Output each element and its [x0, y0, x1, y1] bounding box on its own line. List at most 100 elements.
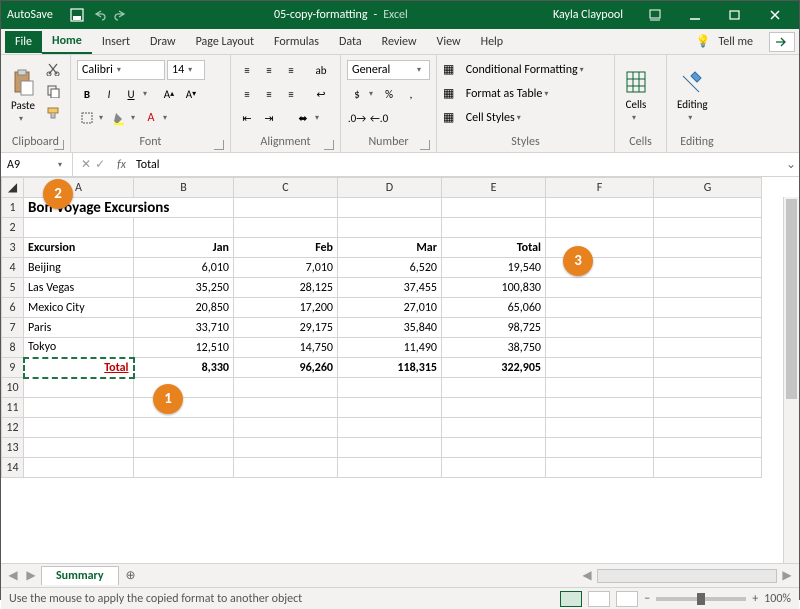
increase-indent-icon[interactable]: ⇥ — [259, 108, 279, 128]
tab-data[interactable]: Data — [329, 31, 372, 53]
formula-input[interactable]: Total — [130, 158, 783, 172]
wrap-text-icon[interactable]: ↩ — [311, 84, 331, 104]
tab-view[interactable]: View — [427, 31, 471, 53]
add-sheet-button[interactable]: ⊕ — [121, 566, 141, 586]
minimize-icon[interactable] — [677, 1, 713, 29]
normal-view-icon[interactable] — [560, 591, 582, 607]
share-button[interactable] — [769, 32, 795, 52]
bold-button[interactable]: B — [77, 84, 97, 104]
cancel-formula-icon[interactable]: ✕ — [81, 157, 91, 172]
row-header[interactable]: 1 — [2, 198, 24, 218]
titlebar: AutoSave 05-copy-formatting - Excel Kayl… — [1, 1, 799, 29]
menu-tabs: File Home Insert Draw Page Layout Formul… — [1, 29, 799, 55]
col-header[interactable]: E — [442, 178, 546, 198]
copy-icon[interactable] — [43, 81, 63, 101]
merge-icon[interactable]: ⬌ — [293, 108, 313, 128]
tab-file[interactable]: File — [5, 31, 42, 53]
zoom-in-button[interactable]: + — [752, 592, 758, 606]
page-layout-view-icon[interactable] — [588, 591, 610, 607]
align-left-icon[interactable]: ≡ — [237, 84, 257, 104]
col-header[interactable]: F — [546, 178, 654, 198]
ribbon: Paste ▾ Clipboard Calibri▾ 14▾ B I U▾ A▴ — [1, 55, 799, 153]
font-size-select[interactable]: 14▾ — [167, 60, 205, 80]
decrease-decimal-icon[interactable]: ←.0 — [369, 108, 389, 128]
format-painter-icon[interactable] — [43, 103, 63, 123]
callout-2: 2 — [43, 179, 73, 209]
col-header[interactable]: B — [134, 178, 234, 198]
increase-decimal-icon[interactable]: .0→ — [347, 108, 367, 128]
user-name: Kayla Claypool — [553, 8, 623, 22]
col-header[interactable]: D — [338, 178, 442, 198]
orientation-icon[interactable]: ab — [311, 60, 331, 80]
clipboard-launcher[interactable] — [54, 140, 64, 150]
tab-formulas[interactable]: Formulas — [264, 31, 329, 53]
sheet-tabs-bar: ◀ ▶ Summary ⊕ ◀▶ — [1, 563, 799, 587]
shrink-font-button[interactable]: A▾ — [181, 84, 201, 104]
comma-format-icon[interactable]: , — [401, 84, 421, 104]
italic-button[interactable]: I — [99, 84, 119, 104]
underline-button[interactable]: U — [121, 84, 141, 104]
redo-icon[interactable] — [113, 7, 129, 23]
align-top-icon[interactable]: ≡ — [237, 60, 257, 80]
col-header[interactable]: C — [234, 178, 338, 198]
autosave-label: AutoSave — [7, 8, 53, 22]
spreadsheet-grid[interactable]: ◢ A B C D E F G 1Bon Voyage Excursions 2… — [1, 177, 799, 563]
maximize-icon[interactable] — [717, 1, 753, 29]
doc-title: 05-copy-formatting — [274, 8, 368, 22]
alignment-launcher[interactable] — [324, 140, 334, 150]
font-color-button[interactable]: A — [141, 108, 161, 128]
editing-button[interactable]: Editing▾ — [673, 59, 712, 134]
status-message: Use the mouse to apply the copied format… — [9, 592, 302, 606]
grow-font-button[interactable]: A▴ — [159, 84, 179, 104]
horizontal-scrollbar[interactable]: ◀▶ — [579, 568, 795, 583]
percent-format-icon[interactable]: % — [379, 84, 399, 104]
tab-home[interactable]: Home — [42, 30, 92, 54]
sheet-tab[interactable]: Summary — [41, 566, 119, 585]
font-launcher[interactable] — [214, 140, 224, 150]
format-as-table-button[interactable]: ▦ Format as Table▾ — [443, 83, 608, 105]
callout-1: 1 — [153, 384, 183, 414]
select-all-corner[interactable]: ◢ — [2, 178, 24, 198]
decrease-indent-icon[interactable]: ⇤ — [237, 108, 257, 128]
align-center-icon[interactable]: ≡ — [259, 84, 279, 104]
callout-3: 3 — [563, 246, 593, 276]
vertical-scrollbar[interactable] — [783, 197, 799, 563]
name-box[interactable]: A9▾ — [1, 153, 73, 176]
paste-button[interactable]: Paste ▾ — [7, 59, 39, 134]
number-format-select[interactable]: General▾ — [347, 60, 430, 80]
fx-icon[interactable]: fx — [113, 158, 130, 172]
tell-me[interactable]: Tell me — [716, 31, 763, 53]
cells-button[interactable]: Cells▾ — [621, 59, 651, 134]
font-name-select[interactable]: Calibri▾ — [77, 60, 165, 80]
accounting-format-icon[interactable]: $ — [347, 84, 367, 104]
tab-nav-next-icon[interactable]: ▶ — [23, 568, 39, 583]
number-launcher[interactable] — [420, 140, 430, 150]
page-break-view-icon[interactable] — [616, 591, 638, 607]
col-header[interactable]: G — [654, 178, 762, 198]
borders-button[interactable] — [77, 108, 97, 128]
zoom-level[interactable]: 100% — [764, 592, 791, 606]
tab-review[interactable]: Review — [372, 31, 427, 53]
tab-page-layout[interactable]: Page Layout — [186, 31, 264, 53]
align-right-icon[interactable]: ≡ — [281, 84, 301, 104]
tab-nav-prev-icon[interactable]: ◀ — [5, 568, 21, 583]
undo-icon[interactable] — [91, 7, 107, 23]
enter-formula-icon[interactable]: ✓ — [95, 157, 105, 172]
cut-icon[interactable] — [43, 59, 63, 79]
zoom-out-button[interactable]: − — [644, 592, 650, 606]
conditional-formatting-button[interactable]: ▦ Conditional Formatting▾ — [443, 59, 608, 81]
align-middle-icon[interactable]: ≡ — [259, 60, 279, 80]
align-bottom-icon[interactable]: ≡ — [281, 60, 301, 80]
tab-draw[interactable]: Draw — [140, 31, 186, 53]
save-icon[interactable] — [69, 7, 85, 23]
status-bar: Use the mouse to apply the copied format… — [1, 587, 799, 609]
close-icon[interactable] — [757, 1, 793, 29]
tab-insert[interactable]: Insert — [92, 31, 140, 53]
cell-styles-button[interactable]: ▦ Cell Styles▾ — [443, 107, 608, 129]
selected-cell[interactable]: Total — [24, 358, 134, 378]
tab-help[interactable]: Help — [471, 31, 514, 53]
ribbon-options-icon[interactable] — [637, 1, 673, 29]
col-header[interactable]: A — [24, 178, 134, 198]
fill-color-button[interactable] — [109, 108, 129, 128]
expand-formula-icon[interactable]: ⌄ — [783, 157, 799, 172]
